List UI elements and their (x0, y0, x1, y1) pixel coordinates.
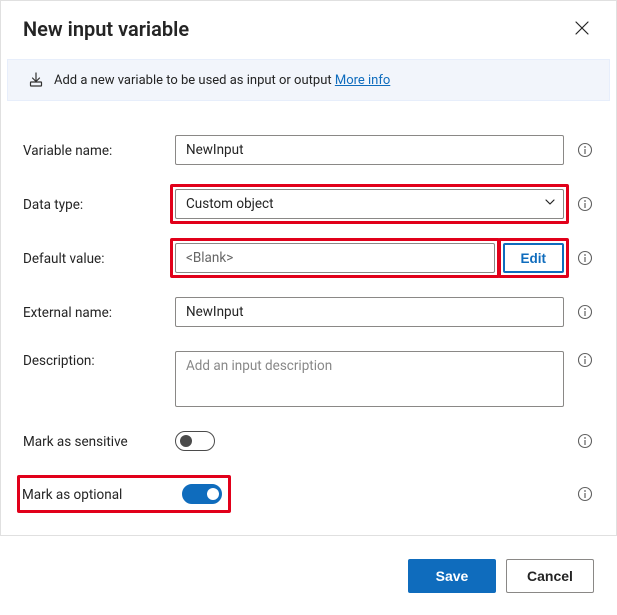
mark-sensitive-toggle[interactable] (175, 431, 215, 451)
default-value-display[interactable]: <Blank> (175, 243, 495, 273)
row-description: Description: (23, 351, 594, 407)
label-mark-optional: Mark as optional (22, 485, 162, 503)
label-variable-name: Variable name: (23, 141, 163, 159)
dialog-footer: Save Cancel (1, 547, 616, 615)
new-input-variable-dialog: New input variable Add a new variable to… (0, 0, 617, 536)
close-icon (575, 21, 589, 38)
input-icon (28, 72, 44, 88)
info-icon[interactable] (576, 351, 594, 369)
dialog-header: New input variable (1, 1, 616, 53)
dialog-content: Variable name: Data type: Custom object (1, 101, 616, 547)
info-icon[interactable] (576, 432, 594, 450)
save-button[interactable]: Save (408, 559, 496, 593)
label-description: Description: (23, 351, 163, 369)
description-input[interactable] (175, 351, 564, 407)
info-icon[interactable] (576, 249, 594, 267)
close-button[interactable] (568, 15, 596, 43)
data-type-select[interactable]: Custom object (175, 189, 564, 219)
row-data-type: Data type: Custom object (23, 189, 594, 219)
more-info-link[interactable]: More info (335, 73, 390, 88)
label-external-name: External name: (23, 303, 163, 321)
info-banner-text: Add a new variable to be used as input o… (54, 73, 390, 88)
external-name-input[interactable] (175, 297, 564, 327)
edit-default-value-button[interactable]: Edit (503, 243, 565, 273)
info-icon[interactable] (576, 485, 594, 503)
row-default-value: Default value: <Blank> Edit (23, 243, 594, 273)
default-value-text: <Blank> (186, 250, 233, 266)
info-icon[interactable] (576, 303, 594, 321)
data-type-value: Custom object (186, 196, 274, 212)
cancel-button[interactable]: Cancel (506, 559, 594, 593)
mark-optional-toggle[interactable] (182, 484, 222, 504)
row-variable-name: Variable name: (23, 135, 594, 165)
label-mark-sensitive: Mark as sensitive (23, 432, 163, 450)
variable-name-input[interactable] (175, 135, 564, 165)
label-data-type: Data type: (23, 195, 163, 213)
row-mark-optional: Mark as optional (23, 475, 594, 513)
label-default-value: Default value: (23, 249, 163, 267)
dialog-title: New input variable (23, 17, 189, 41)
info-icon[interactable] (576, 195, 594, 213)
info-banner: Add a new variable to be used as input o… (7, 59, 610, 101)
info-icon[interactable] (576, 141, 594, 159)
row-mark-sensitive: Mark as sensitive (23, 431, 594, 451)
banner-text: Add a new variable to be used as input o… (54, 73, 335, 88)
row-external-name: External name: (23, 297, 594, 327)
